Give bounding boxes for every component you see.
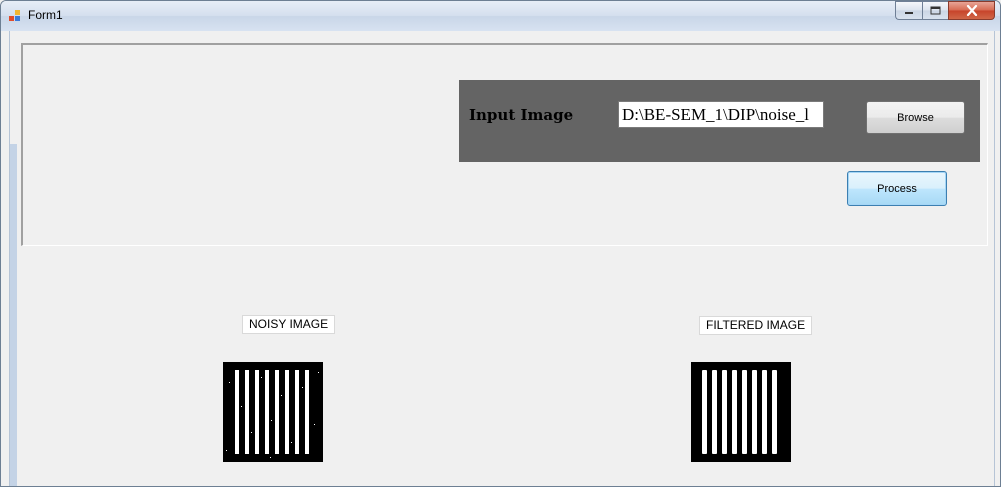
filtered-image-stripe [772,370,777,454]
noisy-image-stripe [285,370,289,454]
filtered-image-stripe [702,370,707,454]
close-icon [966,5,977,16]
title-bar[interactable]: Form1 [1,1,1000,31]
process-button[interactable]: Process [847,171,947,206]
window-title: Form1 [28,8,63,22]
filtered-image-stripe [722,370,727,454]
input-panel: Input Image D:\BE-SEM_1\DIP\noise_l Brow… [459,80,980,162]
browse-button[interactable]: Browse [866,101,965,134]
maximize-icon [930,6,941,15]
minimize-icon [905,11,913,14]
app-form-icon [9,10,22,23]
close-button[interactable] [948,1,995,20]
noisy-image-label: NOISY IMAGE [242,315,336,334]
input-path-field[interactable]: D:\BE-SEM_1\DIP\noise_l [618,101,824,128]
filtered-image-stripe [742,370,747,454]
noisy-image-stripe [255,370,259,454]
filtered-image-stripe [712,370,717,454]
input-group-box: Input Image D:\BE-SEM_1\DIP\noise_l Brow… [21,43,988,246]
noisy-image-stripe [235,370,239,454]
minimize-button[interactable] [895,1,922,20]
noisy-image-stripe [275,370,279,454]
filtered-image-stripe [732,370,737,454]
window-left-frame [10,144,17,486]
form-client-area: Input Image D:\BE-SEM_1\DIP\noise_l Brow… [9,31,995,486]
noisy-image-stripe [305,370,309,454]
maximize-button[interactable] [922,1,948,20]
filtered-image-label: FILTERED IMAGE [699,316,813,335]
filtered-image-stripe [762,370,767,454]
input-image-label: Input Image [469,106,574,124]
filtered-image [691,362,791,462]
noisy-image [223,362,323,462]
app-window: Form1 Input Image D:\BE-SEM_1\DIP\noise_… [0,0,1001,487]
noisy-image-stripe [295,370,299,454]
filtered-image-stripe [752,370,757,454]
noisy-image-stripe [265,370,269,454]
noisy-image-stripe [245,370,249,454]
